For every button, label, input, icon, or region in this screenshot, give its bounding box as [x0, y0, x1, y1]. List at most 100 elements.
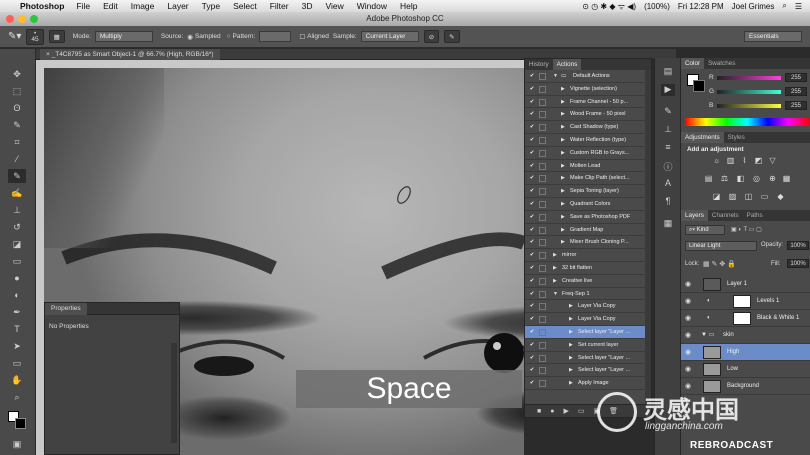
- visibility-eye-icon[interactable]: ◉: [685, 276, 691, 293]
- dialog-toggle-box[interactable]: [539, 124, 546, 132]
- document-tab[interactable]: × _T4C8795 as Smart Object-1 @ 66.7% (Hi…: [40, 49, 220, 60]
- channel-b-value[interactable]: 255: [785, 101, 807, 110]
- pattern-picker[interactable]: [259, 31, 292, 42]
- sample-dropdown[interactable]: Current Layer: [360, 31, 419, 42]
- action-item[interactable]: ✔ ▶ Layer Via Copy: [525, 313, 647, 326]
- dialog-toggle-box[interactable]: [539, 303, 546, 311]
- brush-tool-icon[interactable]: ✍: [8, 186, 26, 200]
- tab-swatches[interactable]: Swatches: [704, 58, 739, 69]
- zoom-window-button[interactable]: [30, 15, 38, 23]
- disclosure-closed-icon[interactable]: ▶: [561, 147, 565, 159]
- menu-3d[interactable]: 3D: [302, 1, 313, 11]
- notification-icon[interactable]: ☰: [795, 2, 802, 11]
- clone-source-icon[interactable]: ⊥: [661, 124, 675, 136]
- action-item[interactable]: ✔ ▶ Custom RGB to Grays...: [525, 147, 647, 160]
- clone-stamp-tool-icon[interactable]: ⊥: [8, 203, 26, 217]
- background-color-swatch[interactable]: [15, 418, 26, 429]
- gradient-map-icon[interactable]: ▭: [759, 192, 770, 201]
- action-item[interactable]: ✔ ▶ Frame Channel - 50 p...: [525, 96, 647, 109]
- character-panel-icon[interactable]: A: [661, 178, 675, 190]
- action-item[interactable]: ✔ ▶ Sepia Toning (layer): [525, 185, 647, 198]
- action-item[interactable]: ✔ ▶ Quadrant Colors: [525, 198, 647, 211]
- hand-tool-icon[interactable]: ✋: [8, 373, 26, 387]
- disclosure-closed-icon[interactable]: ▶: [569, 300, 573, 312]
- hue-saturation-icon[interactable]: ▤: [703, 174, 714, 183]
- layer-name[interactable]: skin: [723, 327, 734, 344]
- action-toggle-checkbox[interactable]: ✔: [528, 364, 536, 376]
- layer-row[interactable]: ◉ High: [681, 344, 810, 361]
- status-icons[interactable]: ⊙ ◷ ✱ ◆ ᯤ ◀): [582, 1, 636, 12]
- sampled-radio[interactable]: ◉: [187, 33, 193, 41]
- layer-name[interactable]: Layer 1: [727, 276, 747, 293]
- action-toggle-checkbox[interactable]: ✔: [528, 83, 536, 95]
- tab-color[interactable]: Color: [681, 58, 705, 69]
- action-item[interactable]: ✔ ▼ Freq-Sep 1: [525, 288, 647, 301]
- action-item[interactable]: ✔ ▶ mirror: [525, 249, 647, 262]
- action-item[interactable]: ✔ ▶ Molten Lead: [525, 160, 647, 173]
- action-item[interactable]: ✔ ▶ Layer Via Copy: [525, 300, 647, 314]
- disclosure-closed-icon[interactable]: ▶: [561, 224, 565, 236]
- dialog-toggle-box[interactable]: [539, 188, 546, 196]
- pressure-icon[interactable]: ✎: [444, 30, 460, 43]
- vibrance-icon[interactable]: ▽: [767, 156, 778, 165]
- layer-row[interactable]: ◉ ▼ ▭ skin: [681, 327, 810, 344]
- dialog-toggle-box[interactable]: [539, 252, 546, 260]
- threshold-icon[interactable]: ◫: [743, 192, 754, 201]
- tab-paths[interactable]: Paths: [743, 210, 767, 221]
- channel-r-value[interactable]: 255: [785, 73, 807, 82]
- pen-tool-icon[interactable]: ✒: [8, 305, 26, 319]
- action-toggle-checkbox[interactable]: ✔: [528, 300, 536, 312]
- disclosure-closed-icon[interactable]: ▶: [553, 249, 557, 261]
- layer-name[interactable]: High: [727, 344, 739, 361]
- dialog-toggle-box[interactable]: [539, 380, 546, 388]
- menu-window[interactable]: Window: [357, 1, 387, 11]
- disclosure-closed-icon[interactable]: ▶: [561, 96, 565, 108]
- action-toggle-checkbox[interactable]: ✔: [528, 198, 536, 210]
- dialog-toggle-box[interactable]: [539, 316, 546, 324]
- action-toggle-checkbox[interactable]: ✔: [528, 236, 536, 248]
- action-toggle-checkbox[interactable]: ✔: [528, 70, 536, 82]
- disclosure-closed-icon[interactable]: ▶: [561, 185, 565, 197]
- tab-layers[interactable]: Layers: [681, 210, 708, 221]
- tab-channels[interactable]: Channels: [708, 210, 743, 221]
- disclosure-open-icon[interactable]: ▼: [553, 70, 558, 82]
- properties-scrollbar[interactable]: [171, 343, 177, 443]
- opacity-field[interactable]: 100%: [787, 241, 809, 250]
- type-tool-icon[interactable]: T: [8, 322, 26, 336]
- color-background-swatch[interactable]: [693, 80, 705, 92]
- disclosure-closed-icon[interactable]: ▶: [569, 364, 573, 376]
- action-item[interactable]: ✔ ▶ Apply Image: [525, 377, 647, 390]
- stop-icon[interactable]: ■: [537, 408, 541, 415]
- dialog-toggle-box[interactable]: [539, 137, 546, 144]
- layer-row[interactable]: ◉ ◐ Black & White 1: [681, 310, 810, 327]
- disclosure-closed-icon[interactable]: ▶: [569, 377, 573, 389]
- action-item[interactable]: ✔ ▶ Cast Shadow (type): [525, 121, 647, 134]
- disclosure-closed-icon[interactable]: ▶: [569, 352, 573, 364]
- workspace-dropdown[interactable]: Essentials: [744, 31, 802, 42]
- ignore-adjustment-layers-icon[interactable]: ⊘: [423, 30, 440, 43]
- action-item[interactable]: ✔ ▶ Wood Frame - 50 pixel: [525, 108, 647, 122]
- pattern-radio[interactable]: ○: [227, 33, 231, 40]
- dodge-tool-icon[interactable]: ◐: [8, 288, 26, 302]
- lock-icons[interactable]: ▦ ✎ ✥ 🔒: [703, 260, 736, 268]
- dialog-toggle-box[interactable]: [539, 111, 546, 119]
- channel-r-slider[interactable]: [717, 76, 781, 80]
- menu-view[interactable]: View: [325, 1, 343, 11]
- visibility-eye-icon[interactable]: ◉: [685, 344, 691, 361]
- visibility-eye-icon[interactable]: ◉: [685, 361, 691, 378]
- battery-percent[interactable]: (100%): [644, 2, 670, 11]
- menu-help[interactable]: Help: [400, 1, 417, 11]
- dialog-toggle-box[interactable]: [539, 98, 546, 106]
- dialog-toggle-box[interactable]: [539, 149, 546, 157]
- invert-icon[interactable]: ◪: [711, 192, 722, 201]
- action-toggle-checkbox[interactable]: ✔: [528, 224, 536, 236]
- disclosure-closed-icon[interactable]: ▶: [561, 172, 565, 184]
- action-item[interactable]: ✔ ▶ 32 bit flatten: [525, 262, 647, 275]
- dialog-toggle-box[interactable]: [539, 73, 546, 80]
- dialog-toggle-box[interactable]: [539, 162, 546, 170]
- tab-styles[interactable]: Styles: [724, 132, 749, 143]
- dialog-toggle-box[interactable]: [539, 341, 546, 349]
- dialog-toggle-box[interactable]: [539, 175, 546, 183]
- action-item[interactable]: ✔ ▶ Save as Photoshop PDF: [525, 211, 647, 224]
- disclosure-closed-icon[interactable]: ▶: [561, 211, 565, 223]
